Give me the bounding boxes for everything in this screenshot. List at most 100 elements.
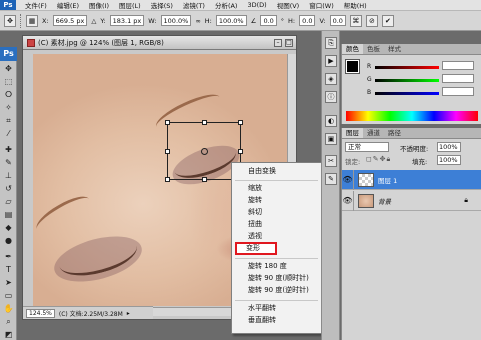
menu-item-distort[interactable]: 扭曲 [232,219,321,230]
tab-color[interactable]: 颜色 [342,44,363,54]
eye-icon[interactable]: 👁︎ [342,169,354,190]
menu-image[interactable]: 图像(I) [84,0,114,10]
y-field[interactable]: 183.1 px [109,15,145,26]
menu-layer[interactable]: 图层(L) [114,0,146,10]
menu-item-skew[interactable]: 斜切 [232,207,321,218]
gradient-icon[interactable]: ▤ [2,209,15,220]
crop-icon[interactable]: ⌗ [2,115,15,126]
eye-icon[interactable]: 👁︎ [342,190,354,211]
link-icon[interactable]: ∞ [195,17,200,25]
brush-icon[interactable]: ✎ [2,157,15,168]
r-value[interactable] [442,61,474,70]
status-arrow-icon[interactable]: ▸ [127,310,130,317]
x-field[interactable]: 669.5 px [52,15,88,26]
tools-panel-icon[interactable]: ✂ [325,155,337,167]
menu-item-flip-horizontal[interactable]: 水平翻转 [232,303,321,314]
layer-name[interactable]: 背景 [378,196,391,206]
color-spectrum[interactable] [346,111,478,121]
tab-layers[interactable]: 图层 [342,128,363,138]
menu-filter[interactable]: 滤镜(T) [178,0,210,10]
marquee-icon[interactable]: ⬚ [2,76,15,87]
minimize-icon[interactable]: – [274,38,282,47]
menu-view[interactable]: 视图(V) [272,0,305,10]
menu-analysis[interactable]: 分析(A) [210,0,243,10]
handle-bottom[interactable] [202,177,207,182]
center-point-icon[interactable] [201,148,208,155]
blur-icon[interactable]: ◆ [2,222,15,233]
h-field[interactable]: 100.0% [215,15,247,26]
tab-styles[interactable]: 样式 [384,44,405,54]
maximize-icon[interactable]: □ [285,38,293,47]
history-panel-icon[interactable]: ⎘ [325,37,337,49]
handle-right[interactable] [238,149,243,154]
zoom-icon[interactable]: ⌕ [2,316,15,327]
blend-mode-select[interactable]: 正常 [345,142,389,152]
menu-item-scale[interactable]: 缩放 [232,183,321,194]
menu-item-rotate-90-cw[interactable]: 旋转 90 度(顺时针) [232,273,321,284]
angle-field[interactable]: 0.0 [260,15,277,26]
move-icon[interactable]: ✥ [2,63,15,74]
tab-paths[interactable]: 路径 [384,128,405,138]
handle-left[interactable] [165,149,170,154]
document-title-bar[interactable]: (C) 素材.jpg @ 124% (图层 1, RGB/8) – □ [23,36,296,50]
opacity-field[interactable]: 100% [437,142,461,152]
magic-wand-icon[interactable]: ✧ [2,102,15,113]
menu-select[interactable]: 选择(S) [146,0,178,10]
menu-item-flip-vertical[interactable]: 垂直翻转 [232,315,321,326]
menu-item-free-transform[interactable]: 自由变换 [232,166,321,177]
info-panel-icon[interactable]: ⓘ [325,91,337,103]
shape-icon[interactable]: ▭ [2,290,15,301]
g-value[interactable] [442,74,474,83]
handle-top-left[interactable] [165,120,170,125]
tab-swatches[interactable]: 色板 [363,44,384,54]
b-value[interactable] [442,87,474,96]
w-field[interactable]: 100.0% [160,15,192,26]
layer-name[interactable]: 图层 1 [378,175,397,185]
menu-help[interactable]: 帮助(H) [339,0,372,10]
reference-point-icon[interactable]: ▦ [26,14,38,27]
menu-item-rotate-180[interactable]: 旋转 180 度 [232,261,321,272]
menu-item-rotate[interactable]: 旋转 [232,195,321,206]
history-brush-icon[interactable]: ↺ [2,183,15,194]
hand-icon[interactable]: ✋ [2,303,15,314]
b-slider[interactable] [375,92,439,95]
r-slider[interactable] [375,66,439,69]
move-tool-icon[interactable]: ✥ [4,14,16,27]
eraser-icon[interactable]: ▱ [2,196,15,207]
layer-row-background[interactable]: 👁︎ 背景 🔒︎ [342,190,481,211]
path-select-icon[interactable]: ➤ [2,277,15,288]
menu-edit[interactable]: 编辑(E) [52,0,84,10]
actions-panel-icon[interactable]: ▶ [325,55,337,67]
menu-item-rotate-90-ccw[interactable]: 旋转 90 度(逆时针) [232,285,321,296]
close-icon[interactable] [27,38,35,47]
healing-brush-icon[interactable]: ✚ [2,144,15,155]
g-slider[interactable] [375,79,439,82]
dodge-icon[interactable]: ● [2,235,15,246]
handle-top-right[interactable] [238,120,243,125]
menu-3d[interactable]: 3D(D) [242,1,271,9]
vskew-field[interactable]: 0.0 [329,15,346,26]
transform-bounding-box[interactable] [165,120,243,182]
commit-icon[interactable]: ✔ [381,14,394,27]
handle-bottom-left[interactable] [165,177,170,182]
menu-item-warp[interactable]: 变形 [235,242,277,255]
type-icon[interactable]: T [2,264,15,275]
pen-icon[interactable]: ✒ [2,251,15,262]
lock-icons[interactable]: ◻✎✥🔒︎ [366,155,391,164]
color-swatch-icon[interactable]: ◩ [2,329,15,340]
clone-stamp-icon[interactable]: ⊥ [2,170,15,181]
fill-field[interactable]: 100% [437,155,461,165]
lasso-icon[interactable]: ⵔ [2,89,15,100]
foreground-color-swatch[interactable] [345,59,360,74]
layer-row-layer1[interactable]: 👁︎ 图层 1 [342,169,481,190]
navigator-panel-icon[interactable]: ◈ [325,73,337,85]
adjustments-panel-icon[interactable]: ◐ [325,115,337,127]
menu-item-perspective[interactable]: 透视 [232,231,321,242]
menu-file[interactable]: 文件(F) [20,0,52,10]
tab-channels[interactable]: 通道 [363,128,384,138]
cancel-icon[interactable]: ⊘ [365,14,378,27]
eyedropper-icon[interactable]: ⁄ [2,128,15,139]
menu-window[interactable]: 窗口(W) [304,0,339,10]
hskew-field[interactable]: 0.0 [299,15,316,26]
handle-top[interactable] [202,120,207,125]
